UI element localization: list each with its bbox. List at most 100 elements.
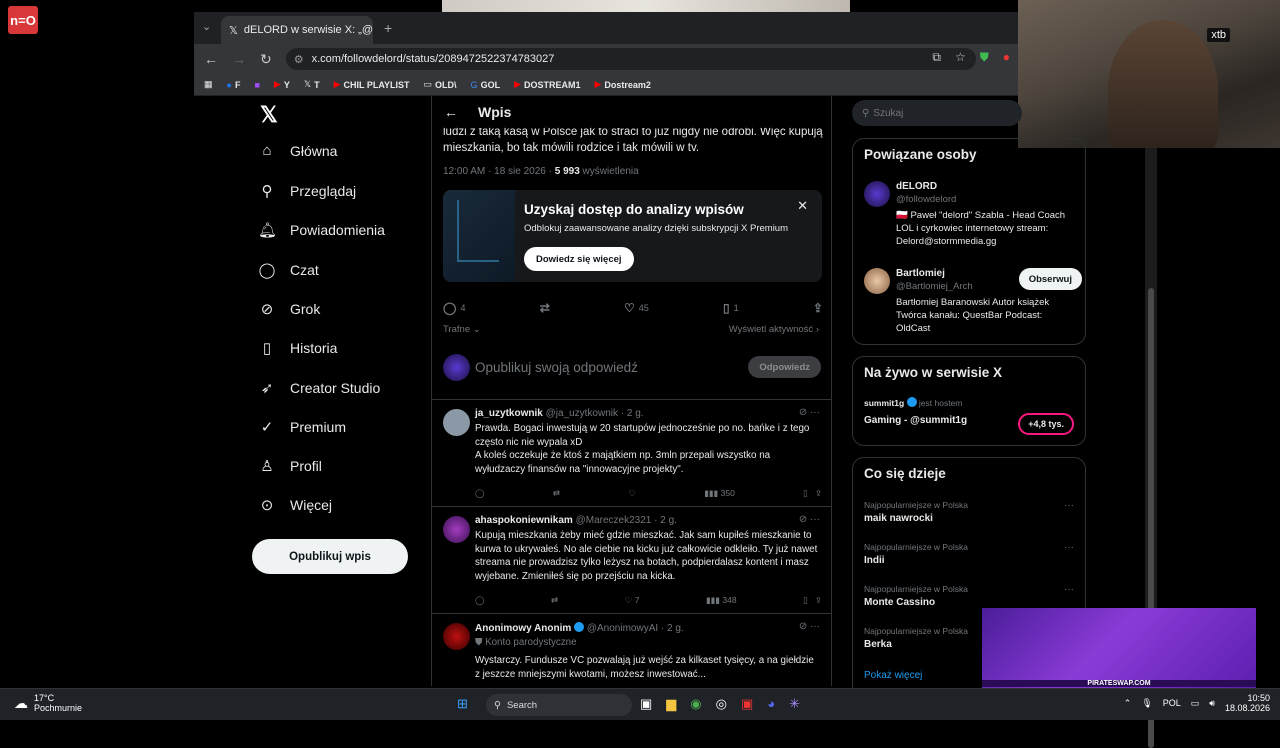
reply-input[interactable]: Opublikuj swoją odpowiedź: [475, 360, 638, 375]
bookmark-item[interactable]: ▭ OLD\: [424, 79, 457, 90]
nav-creator-studio[interactable]: ➶ Creator Studio: [258, 379, 381, 397]
related-people-card: Powiązane osoby dELORD @followdelord 🇵🇱 …: [852, 138, 1086, 345]
bookmark-item[interactable]: G GOL: [471, 80, 501, 90]
bookmark-icon: ▯: [723, 301, 730, 315]
forward-icon[interactable]: →: [232, 51, 246, 67]
show-more-link[interactable]: Pokaż więcej: [864, 670, 922, 681]
reply-tweet[interactable]: Anonimowy Anonim @AnonimowyAI · 2 g. ⊘ ·…: [432, 615, 831, 686]
star-icon[interactable]: ☆: [955, 50, 966, 65]
reply-tweet[interactable]: ahaspokoniewnikam @Mareczek2321 · 2 g. ⊘…: [432, 508, 831, 614]
heart-icon: ♡: [624, 301, 635, 315]
tweet-author: Anonimowy Anonim @AnonimowyAI · 2 g.: [475, 622, 684, 634]
bookmark-button[interactable]: ▯ 1: [723, 301, 739, 315]
bookmark-item[interactable]: ▶ CHIL PLAYLIST: [334, 79, 410, 90]
post-button[interactable]: Opublikuj wpis: [252, 539, 408, 574]
grok-icon: ⊘: [260, 301, 274, 318]
new-tab-icon[interactable]: +: [384, 20, 392, 36]
nav-more[interactable]: ⊙ Więcej: [258, 496, 332, 514]
trend-item[interactable]: Najpopularniejsze w Polska Monte Cassino ·…: [864, 584, 1074, 608]
bookmark-item[interactable]: ▶ DOSTREAM1: [514, 79, 580, 90]
language-indicator[interactable]: POL: [1163, 698, 1181, 708]
bookmark-item[interactable]: ● F: [227, 80, 241, 90]
nav-profile[interactable]: ♙ Profil: [258, 457, 322, 475]
bookmark-share-icons[interactable]: ▯ ⇪: [803, 595, 822, 606]
trend-item[interactable]: Najpopularniejsze w Polska Indii ···: [864, 542, 1074, 566]
repost-button[interactable]: ⇄: [540, 301, 550, 315]
live-title[interactable]: Gaming - @summit1g: [864, 415, 967, 426]
repost-icon[interactable]: ⇄: [553, 488, 560, 499]
extension-icon[interactable]: ●: [1003, 50, 1010, 65]
reply-tweet[interactable]: ja_uzytkownik @ja_uzytkownik · 2 g. ⊘ ··…: [432, 401, 831, 507]
reply-icon[interactable]: ◯: [475, 595, 485, 606]
apps-icon[interactable]: ▦: [204, 79, 213, 90]
back-arrow-icon[interactable]: ←: [444, 104, 458, 120]
shield-icon[interactable]: ⛊: [980, 50, 989, 65]
reply-submit-button[interactable]: Odpowiedz: [748, 356, 821, 378]
bookmark-share-icons[interactable]: ▯ ⇪: [803, 488, 822, 499]
avatar[interactable]: [864, 268, 890, 294]
reply-button[interactable]: ◯ 4: [443, 301, 465, 315]
nav-notifications[interactable]: 🔔︎ Powiadomienia: [258, 221, 385, 239]
install-icon[interactable]: ⧉: [932, 50, 941, 65]
follow-button[interactable]: Obserwuj: [1018, 268, 1082, 290]
learn-more-button[interactable]: Dowiedz się więcej: [524, 247, 634, 271]
bookmark-item[interactable]: ■: [254, 80, 259, 90]
nav-history[interactable]: ▯ Historia: [258, 339, 338, 357]
like-button[interactable]: ♡ 45: [624, 301, 649, 315]
browser-tab[interactable]: 𝕏 dELORD w serwisie X: „@Bartlo… ✕: [221, 16, 373, 44]
avatar[interactable]: [443, 623, 470, 650]
nav-explore[interactable]: ⚲ Przeglądaj: [258, 182, 357, 200]
more-circle-icon: ⊙: [260, 497, 274, 514]
verified-icon: ✓: [260, 419, 274, 436]
folder-icon[interactable]: ▆: [666, 696, 676, 712]
reload-icon[interactable]: ↻: [260, 51, 272, 68]
nav-premium[interactable]: ✓ Premium: [258, 418, 346, 436]
heart-icon[interactable]: ♡: [628, 488, 636, 499]
views-icon[interactable]: ▮▮▮ 350: [704, 488, 735, 499]
nav-grok[interactable]: ⊘ Grok: [258, 300, 321, 318]
bookmark-item[interactable]: ▶ Y: [274, 79, 290, 90]
nav-home[interactable]: ⌂ Główna: [258, 142, 337, 159]
avatar[interactable]: [443, 409, 470, 436]
app-icon[interactable]: ◎: [716, 696, 727, 712]
repost-icon[interactable]: ⇄: [551, 595, 558, 606]
weather-widget[interactable]: ☁ 17°C Pochmurnie: [14, 693, 82, 713]
views-icon[interactable]: ▮▮▮ 348: [706, 595, 737, 606]
chevron-up-icon[interactable]: ⌃: [1124, 698, 1132, 709]
trend-item[interactable]: Najpopularniejsze w Polska maik nawrocki ·…: [864, 500, 1074, 524]
mic-icon[interactable]: 🎙︎: [1141, 698, 1152, 709]
more-icon[interactable]: ⊘ ···: [799, 407, 820, 418]
chrome-icon[interactable]: ◉: [690, 696, 701, 712]
clock[interactable]: 10:50 18.08.2026: [1225, 693, 1270, 713]
bookmark-item[interactable]: ▶ Dostream2: [595, 79, 651, 90]
discord-icon[interactable]: ◕: [767, 696, 775, 712]
close-icon[interactable]: ✕: [797, 198, 808, 214]
search-input[interactable]: ⚲ Szukaj: [852, 100, 1022, 126]
more-icon[interactable]: ⊘ ···: [799, 621, 820, 632]
address-bar[interactable]: ⚙ x.com/followdelord/status/208947252237…: [285, 48, 976, 70]
sort-dropdown[interactable]: Trafne ⌄: [443, 324, 481, 335]
network-icon[interactable]: ▭: [1191, 698, 1200, 709]
avatar[interactable]: [864, 181, 890, 207]
heart-icon[interactable]: ♡ 7: [625, 595, 640, 606]
nav-chat[interactable]: ◯ Czat: [258, 261, 319, 279]
share-button[interactable]: ⇪: [813, 301, 823, 315]
app-icon[interactable]: ✳: [789, 696, 800, 712]
x-logo-icon[interactable]: 𝕏: [260, 102, 278, 128]
site-info-icon[interactable]: ⚙: [294, 53, 304, 66]
volume-icon[interactable]: 🔊︎: [1209, 698, 1215, 709]
view-activity-link[interactable]: Wyświetl aktywność ›: [729, 324, 819, 335]
app-icon[interactable]: ▣: [741, 696, 753, 712]
live-count-badge[interactable]: +4,8 tys.: [1018, 413, 1074, 435]
start-button[interactable]: ⊞: [457, 696, 468, 712]
reply-icon[interactable]: ◯: [475, 488, 485, 499]
taskbar: ☁ 17°C Pochmurnie ⊞ ⚲ Search ▣ ▆ ◉ ◎ ▣ ◕ ✳…: [0, 688, 1280, 720]
avatar[interactable]: [443, 516, 470, 543]
more-icon[interactable]: ⊘ ···: [799, 514, 820, 525]
bookmark-item[interactable]: 𝕏T: [304, 79, 320, 90]
taskbar-search[interactable]: ⚲ Search: [486, 694, 632, 716]
live-card: Na żywo w serwisie X summit1g jest hoste…: [852, 356, 1086, 446]
task-view-icon[interactable]: ▣: [640, 696, 652, 712]
tab-search-icon[interactable]: ⌄: [202, 20, 211, 33]
back-icon[interactable]: ←: [204, 51, 218, 67]
